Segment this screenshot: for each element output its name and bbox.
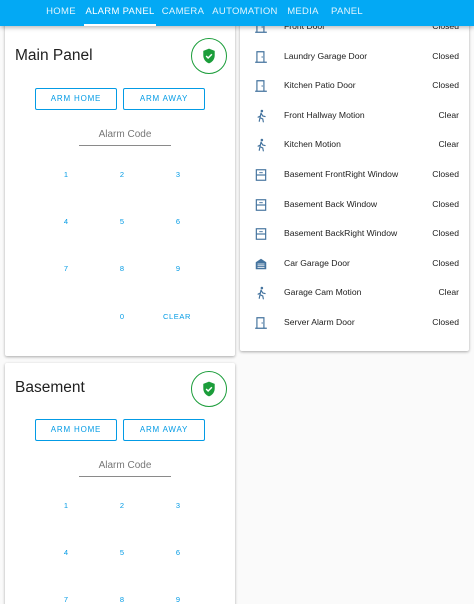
keypad-4[interactable]: 4	[51, 215, 81, 229]
armed-status-badge[interactable]	[191, 38, 227, 74]
sensor-name: Basement FrontRight Window	[284, 169, 399, 179]
sensor-row[interactable]: Kitchen Patio Door Closed	[240, 72, 469, 102]
keypad-2[interactable]: 2	[107, 168, 137, 182]
sensor-row[interactable]: Car Garage Door Closed	[240, 250, 469, 280]
sensor-row[interactable]: Garage Cam Motion Clear	[240, 279, 469, 309]
panel-title: Main Panel	[15, 47, 93, 64]
sensor-state: Closed	[432, 257, 459, 268]
sensor-state: Closed	[432, 50, 459, 61]
panel-title: Basement	[15, 379, 85, 396]
tab-media[interactable]: MEDIA	[283, 0, 323, 26]
sensor-state: Closed	[432, 198, 459, 209]
window-icon	[254, 168, 268, 182]
keypad-8[interactable]: 8	[107, 262, 137, 276]
tab-alarm-panel[interactable]: ALARM PANEL	[84, 0, 156, 26]
keypad-4[interactable]: 4	[51, 546, 81, 560]
sensor-row[interactable]: Basement FrontRight Window Closed	[240, 161, 469, 191]
sensor-name: Front Hallway Motion	[284, 109, 365, 120]
keypad-9[interactable]: 9	[163, 262, 193, 276]
sensor-row[interactable]: Basement BackRight Window Closed	[240, 220, 469, 250]
shield-check-icon	[203, 381, 215, 397]
arm-away-button[interactable]: ARM AWAY	[123, 88, 205, 110]
sensor-state: Closed	[432, 80, 459, 91]
keypad-9[interactable]: 9	[163, 593, 193, 604]
tab-camera[interactable]: CAMERA	[160, 0, 206, 26]
door-icon	[254, 316, 268, 330]
window-icon	[254, 198, 268, 212]
shield-check-icon	[203, 48, 215, 64]
arm-home-button[interactable]: ARM HOME	[35, 419, 117, 441]
arm-away-button[interactable]: ARM AWAY	[123, 419, 205, 441]
keypad-7[interactable]: 7	[51, 262, 81, 276]
keypad-5[interactable]: 5	[107, 215, 137, 229]
alarm-code-input[interactable]: Alarm Code	[79, 128, 171, 146]
door-icon	[254, 50, 268, 64]
window-icon	[254, 227, 268, 241]
keypad-3[interactable]: 3	[163, 499, 193, 513]
sensor-state: Clear	[438, 109, 459, 120]
sensor-row[interactable]: Kitchen Motion Clear	[240, 131, 469, 161]
keypad-8[interactable]: 8	[107, 593, 137, 604]
keypad-1[interactable]: 1	[51, 499, 81, 513]
garage-icon	[254, 257, 268, 271]
sensor-state: Clear	[438, 287, 459, 298]
sensor-name: Car Garage Door	[284, 257, 350, 268]
sensor-state: Closed	[432, 169, 459, 179]
sensor-row[interactable]: Basement Back Window Closed	[240, 191, 469, 221]
arm-home-button[interactable]: ARM HOME	[35, 88, 117, 110]
keypad-1[interactable]: 1	[51, 168, 81, 182]
keypad-6[interactable]: 6	[163, 215, 193, 229]
sensor-row[interactable]: Server Alarm Door Closed	[240, 309, 469, 339]
sensor-state: Closed	[432, 228, 459, 239]
keypad-5[interactable]: 5	[107, 546, 137, 560]
keypad-clear-button[interactable]: CLEAR	[157, 310, 197, 324]
alarm-panel-card-main: Main Panel ARM HOME ARM AWAY Alarm Code …	[5, 22, 235, 356]
tab-automation[interactable]: AUTOMATION	[212, 0, 278, 26]
alarm-code-input[interactable]: Alarm Code	[79, 459, 171, 477]
keypad-2[interactable]: 2	[107, 499, 137, 513]
walk-icon	[254, 109, 268, 123]
armed-status-badge[interactable]	[191, 371, 227, 407]
sensor-row[interactable]: Laundry Garage Door Closed	[240, 43, 469, 73]
keypad-7[interactable]: 7	[51, 593, 81, 604]
tab-panel[interactable]: PANEL	[328, 0, 366, 26]
sensor-state: Closed	[432, 317, 459, 327]
sensor-name: Basement Back Window	[284, 198, 378, 209]
alarm-panel-card-basement: Basement ARM HOME ARM AWAY Alarm Code 1 …	[5, 363, 235, 604]
keypad-0[interactable]: 0	[107, 310, 137, 324]
sensor-name: Kitchen Motion	[284, 139, 341, 150]
keypad-3[interactable]: 3	[163, 168, 193, 182]
sensor-row[interactable]: Front Hallway Motion Clear	[240, 102, 469, 132]
tab-home[interactable]: HOME	[41, 0, 81, 26]
walk-icon	[254, 286, 268, 300]
door-icon	[254, 79, 268, 93]
sensor-name: Basement BackRight Window	[284, 228, 398, 239]
keypad-6[interactable]: 6	[163, 546, 193, 560]
top-tab-bar: HOME ALARM PANEL CAMERA AUTOMATION MEDIA…	[0, 0, 474, 26]
sensor-name: Server Alarm Door	[284, 317, 355, 327]
sensor-name: Garage Cam Motion	[284, 287, 362, 298]
sensor-name: Laundry Garage Door	[284, 50, 368, 61]
sensor-name: Kitchen Patio Door	[284, 80, 356, 91]
sensor-state: Clear	[438, 139, 459, 150]
walk-icon	[254, 138, 268, 152]
